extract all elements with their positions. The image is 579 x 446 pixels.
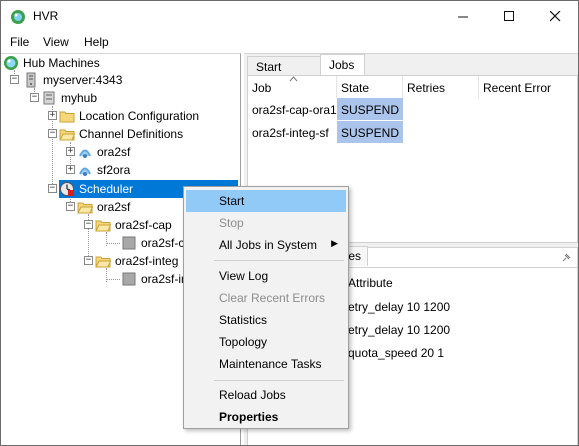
- tree-label-channel-ora2sf: ora2sf: [97, 145, 131, 159]
- tree-label-location-config: Location Configuration: [79, 109, 200, 123]
- column-header-retries[interactable]: Retries: [403, 76, 479, 98]
- maximize-icon: [503, 10, 514, 21]
- menu-item-clear-errors[interactable]: Clear Recent Errors: [186, 287, 346, 309]
- collapse-toggle[interactable]: −: [10, 75, 19, 84]
- job-icon: [122, 272, 136, 286]
- tree-line: [106, 243, 120, 244]
- folder-icon: [95, 220, 111, 232]
- menu-item-maintenance[interactable]: Maintenance Tasks: [186, 353, 346, 375]
- tree-node-integ-folder[interactable]: ora2sf-integ: [95, 252, 180, 270]
- minimize-icon: [457, 16, 468, 17]
- hvr-window: HVR File View Help Hub Machines − myserv…: [0, 0, 579, 446]
- job-name-cell: ora2sf-integ-sf: [252, 126, 329, 140]
- tree-label-integ-folder: ora2sf-integ: [115, 254, 179, 268]
- tree-node-cap-folder[interactable]: ora2sf-cap: [95, 216, 174, 234]
- menu-item-start[interactable]: Start: [186, 190, 346, 212]
- tree-label-scheduler: Scheduler: [79, 182, 134, 196]
- job-name-cell: ora2sf-cap-ora1: [252, 103, 337, 117]
- globe-icon: [4, 56, 18, 70]
- minimize-button[interactable]: [440, 1, 486, 31]
- menu-separator: [214, 260, 344, 261]
- tree-label-channel-sf2ora: sf2ora: [97, 163, 131, 177]
- folder-icon: [95, 256, 111, 268]
- job-icon: [122, 236, 136, 250]
- tree-label-cap-folder: ora2sf-cap: [115, 218, 172, 232]
- tree-node-channel-sf2ora[interactable]: sf2ora: [77, 161, 132, 179]
- attribute-cell: quota_speed 20 1: [348, 346, 445, 360]
- tree-node-channel-ora2sf[interactable]: ora2sf: [77, 143, 132, 161]
- tree-node-integ-job[interactable]: ora2sf-in: [121, 270, 190, 288]
- tree-line: [106, 279, 120, 280]
- tab-jobs[interactable]: Jobs: [320, 54, 365, 76]
- menu-view[interactable]: View: [43, 35, 69, 49]
- attribute-column-header[interactable]: Attribute: [344, 271, 397, 293]
- expand-toggle[interactable]: +: [48, 111, 57, 120]
- collapse-toggle[interactable]: −: [84, 256, 93, 265]
- menu-bar: File View Help: [1, 31, 578, 53]
- tree-label-server: myserver:4343: [43, 73, 123, 87]
- submenu-arrow-icon: ▶: [331, 238, 338, 248]
- attribute-cell: etry_delay 10 1200: [348, 323, 451, 337]
- folder-open-icon: [59, 129, 75, 141]
- database-icon: [43, 91, 55, 105]
- hvr-app-icon: [11, 10, 25, 24]
- expand-toggle[interactable]: +: [66, 165, 75, 174]
- expand-toggle[interactable]: +: [66, 147, 75, 156]
- menu-item-statistics[interactable]: Statistics: [186, 309, 346, 331]
- collapse-toggle[interactable]: −: [66, 202, 75, 211]
- tree-label-hub-machines: Hub Machines: [23, 56, 100, 70]
- menu-file[interactable]: File: [10, 35, 29, 49]
- column-header-state[interactable]: State: [337, 76, 403, 98]
- menu-item-properties[interactable]: Properties: [186, 406, 346, 428]
- tree-node-location-config[interactable]: Location Configuration: [59, 107, 201, 125]
- job-state-cell: SUSPEND: [337, 98, 403, 120]
- collapse-toggle[interactable]: −: [30, 93, 39, 102]
- tree-node-sched-ora2sf[interactable]: ora2sf: [77, 198, 132, 216]
- folder-icon: [77, 202, 93, 214]
- table-row[interactable]: ora2sf-cap-ora1 SUSPEND: [248, 98, 577, 120]
- menu-item-stop[interactable]: Stop: [186, 212, 346, 234]
- menu-item-view-log[interactable]: View Log: [186, 265, 346, 287]
- collapse-toggle[interactable]: −: [48, 184, 57, 193]
- tab-start-page[interactable]: Start Page: [247, 56, 321, 88]
- menu-help[interactable]: Help: [84, 35, 109, 49]
- menu-item-all-jobs-label: All Jobs in System: [219, 238, 318, 252]
- menu-item-reload-jobs[interactable]: Reload Jobs: [186, 384, 346, 406]
- table-row[interactable]: ora2sf-integ-sf SUSPEND: [248, 121, 577, 143]
- collapse-toggle[interactable]: −: [84, 220, 93, 229]
- folder-icon: [59, 111, 75, 123]
- tree-node-hub[interactable]: myhub: [41, 89, 99, 107]
- attribute-cell: etry_delay 10 1200: [348, 300, 451, 314]
- channel-icon: [79, 167, 91, 176]
- tree-node-channel-defs[interactable]: Channel Definitions: [59, 125, 185, 143]
- window-title: HVR: [33, 9, 59, 23]
- tree-label-hub: myhub: [61, 91, 98, 105]
- column-header-recent-error[interactable]: Recent Error: [479, 76, 578, 98]
- collapse-toggle[interactable]: −: [48, 129, 57, 138]
- tree-label-sched-ora2sf: ora2sf: [97, 200, 131, 214]
- pin-icon[interactable]: [562, 253, 571, 262]
- close-button[interactable]: [532, 1, 578, 31]
- column-header-job[interactable]: Job: [248, 76, 337, 98]
- scheduler-icon: [60, 182, 74, 196]
- menu-item-topology[interactable]: Topology: [186, 331, 346, 353]
- channel-icon: [79, 149, 91, 158]
- job-state-cell: SUSPEND: [337, 121, 403, 143]
- close-icon: [549, 10, 560, 21]
- server-icon: [26, 72, 36, 88]
- menu-separator: [214, 380, 344, 381]
- tree-node-server[interactable]: myserver:4343: [23, 71, 124, 89]
- tree-node-hub-machines[interactable]: Hub Machines: [3, 54, 102, 72]
- menu-item-all-jobs[interactable]: All Jobs in System ▶: [186, 234, 346, 256]
- tree-label-channel-defs: Channel Definitions: [79, 127, 184, 141]
- maximize-button[interactable]: [486, 1, 532, 31]
- scheduler-context-menu: Start Stop All Jobs in System ▶ View Log…: [183, 186, 349, 429]
- title-bar: HVR: [1, 1, 578, 31]
